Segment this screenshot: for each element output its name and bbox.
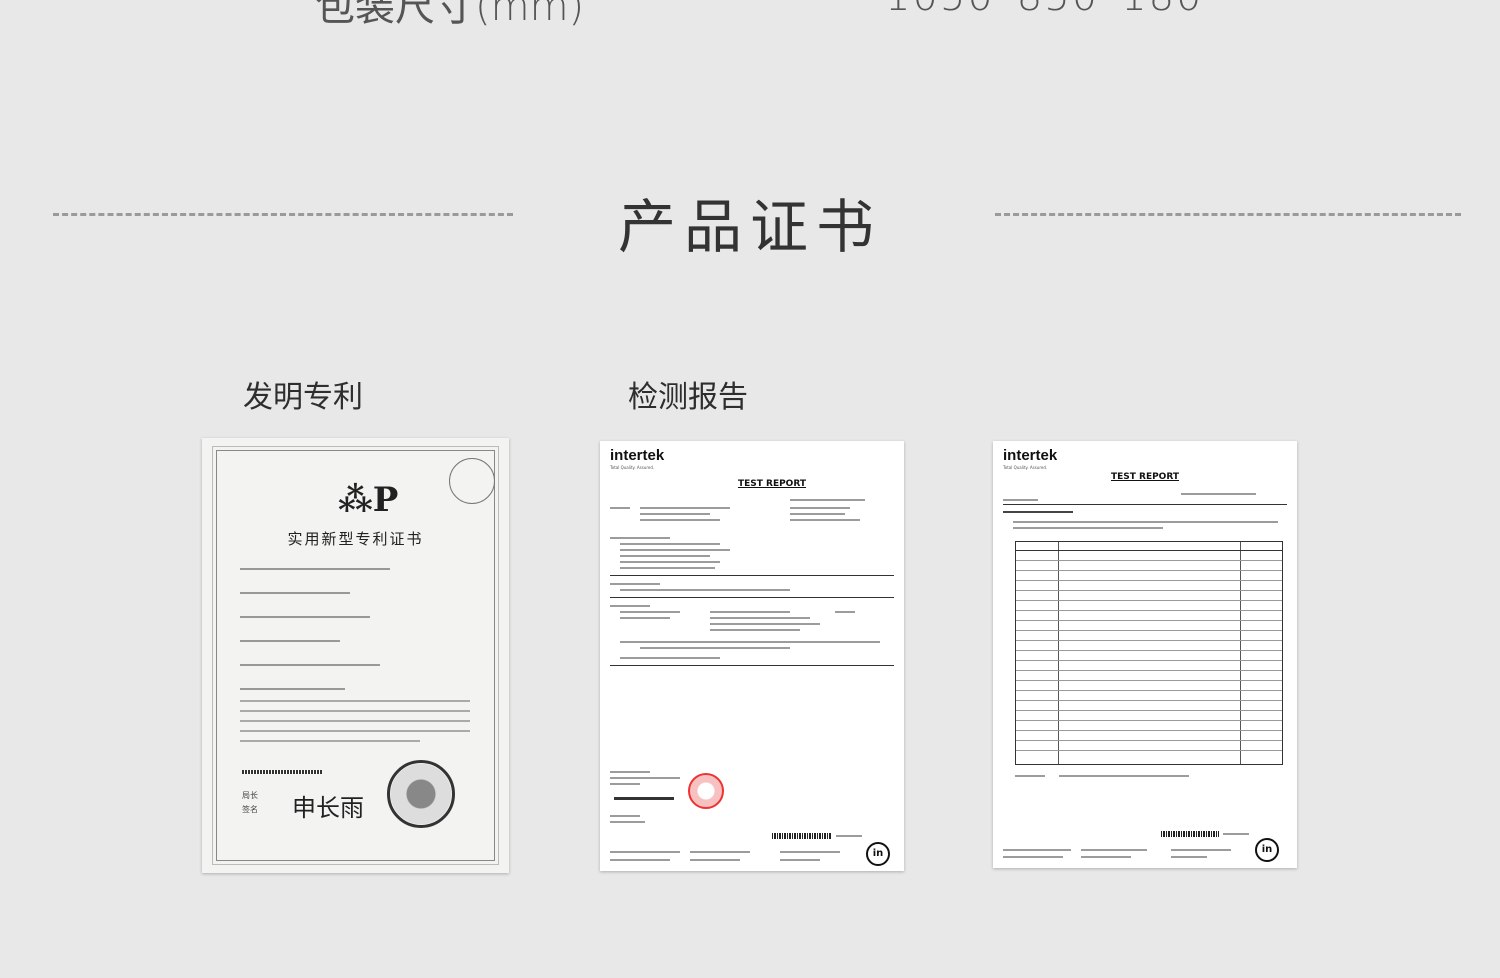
barcode: [242, 770, 322, 774]
patent-office-emblem-icon: ⁂P: [338, 480, 399, 520]
signature: 申长雨: [292, 794, 364, 822]
intertek-logo: intertek: [1003, 447, 1058, 464]
certificate-fields: [240, 568, 470, 712]
intertek-badge-icon: in: [866, 842, 890, 866]
patent-certificate-image: ⁂P 实用新型专利证书 局长 签名 申长雨: [202, 438, 509, 873]
test-items-table: [1015, 541, 1283, 765]
report-title: TEST REPORT: [1110, 472, 1180, 482]
spec-value: 1050*850*180: [885, 0, 1204, 20]
divider-right: [995, 213, 1461, 216]
test-report-image-2: intertek Total Quality. Assured. TEST RE…: [993, 441, 1297, 868]
section-title: 产品证书: [617, 193, 882, 261]
intertek-logo: intertek: [610, 447, 665, 464]
official-seal-icon: [387, 760, 455, 828]
intertek-badge-icon: in: [1255, 838, 1279, 862]
category-patent-label: 发明专利: [243, 380, 363, 415]
report-title: TEST REPORT: [737, 479, 807, 489]
red-stamp-icon: [688, 773, 724, 809]
divider-left: [53, 213, 513, 216]
certificate-title: 实用新型专利证书: [287, 530, 424, 548]
seal-icon: [449, 458, 495, 504]
test-report-image-1: intertek Total Quality. Assured. TEST RE…: [600, 441, 904, 871]
category-report-label: 检测报告: [628, 380, 748, 415]
spec-label: 包装尺寸(mm): [315, 0, 585, 30]
spec-row: 包装尺寸(mm) 1050*850*180: [0, 0, 1500, 30]
